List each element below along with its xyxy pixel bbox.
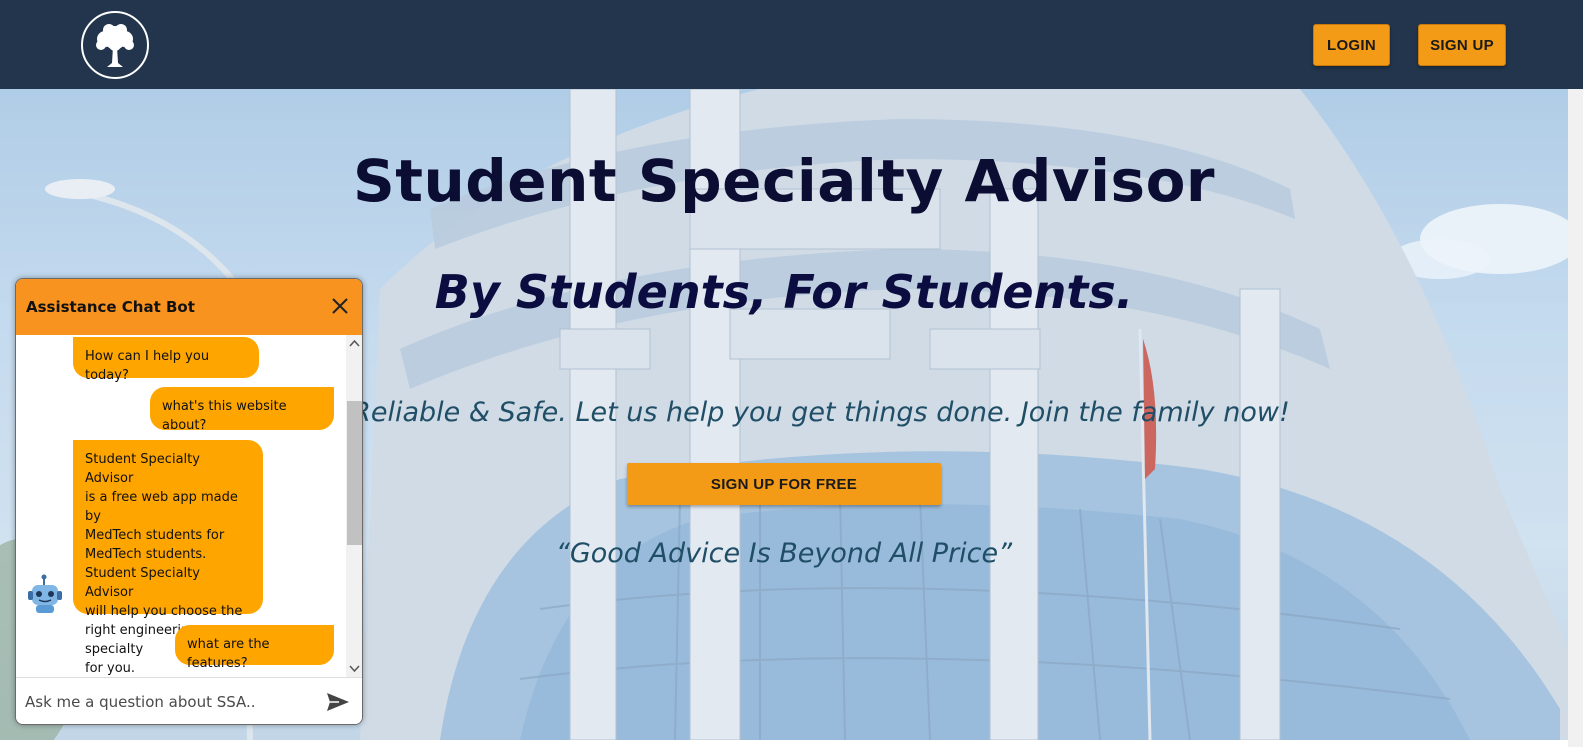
chat-messages: How can I help you today? what's this we… [16,335,346,677]
chat-input-row [16,677,362,724]
page-scrollbar[interactable] [1568,89,1583,747]
signup-button[interactable]: SIGN UP [1418,24,1506,66]
send-icon[interactable] [325,690,351,714]
top-navbar: LOGIN SIGN UP [0,0,1583,89]
scroll-up-icon[interactable] [349,339,360,347]
chat-scroll-thumb[interactable] [347,401,362,545]
user-message: what's this website about? [150,387,334,433]
bot-message: How can I help you today? [73,337,259,383]
chat-question-input[interactable] [25,688,315,716]
user-message: what are the features? [175,625,334,671]
robot-icon [22,571,70,619]
hero-title: Student Specialty Advisor [352,147,1216,215]
scroll-down-icon[interactable] [349,665,360,673]
tree-logo-icon[interactable] [81,11,149,79]
bot-message: Student Specialty Advisor is a free web … [73,440,263,676]
chat-header: Assistance Chat Bot [16,279,362,335]
close-icon[interactable] [330,295,350,317]
login-button[interactable]: LOGIN [1313,24,1390,66]
chat-widget: Assistance Chat Bot How can I help you t… [15,278,363,725]
chat-scrollbar[interactable] [346,335,362,677]
chat-title: Assistance Chat Bot [26,298,195,316]
signup-free-button[interactable]: SIGN UP FOR FREE [627,463,941,505]
